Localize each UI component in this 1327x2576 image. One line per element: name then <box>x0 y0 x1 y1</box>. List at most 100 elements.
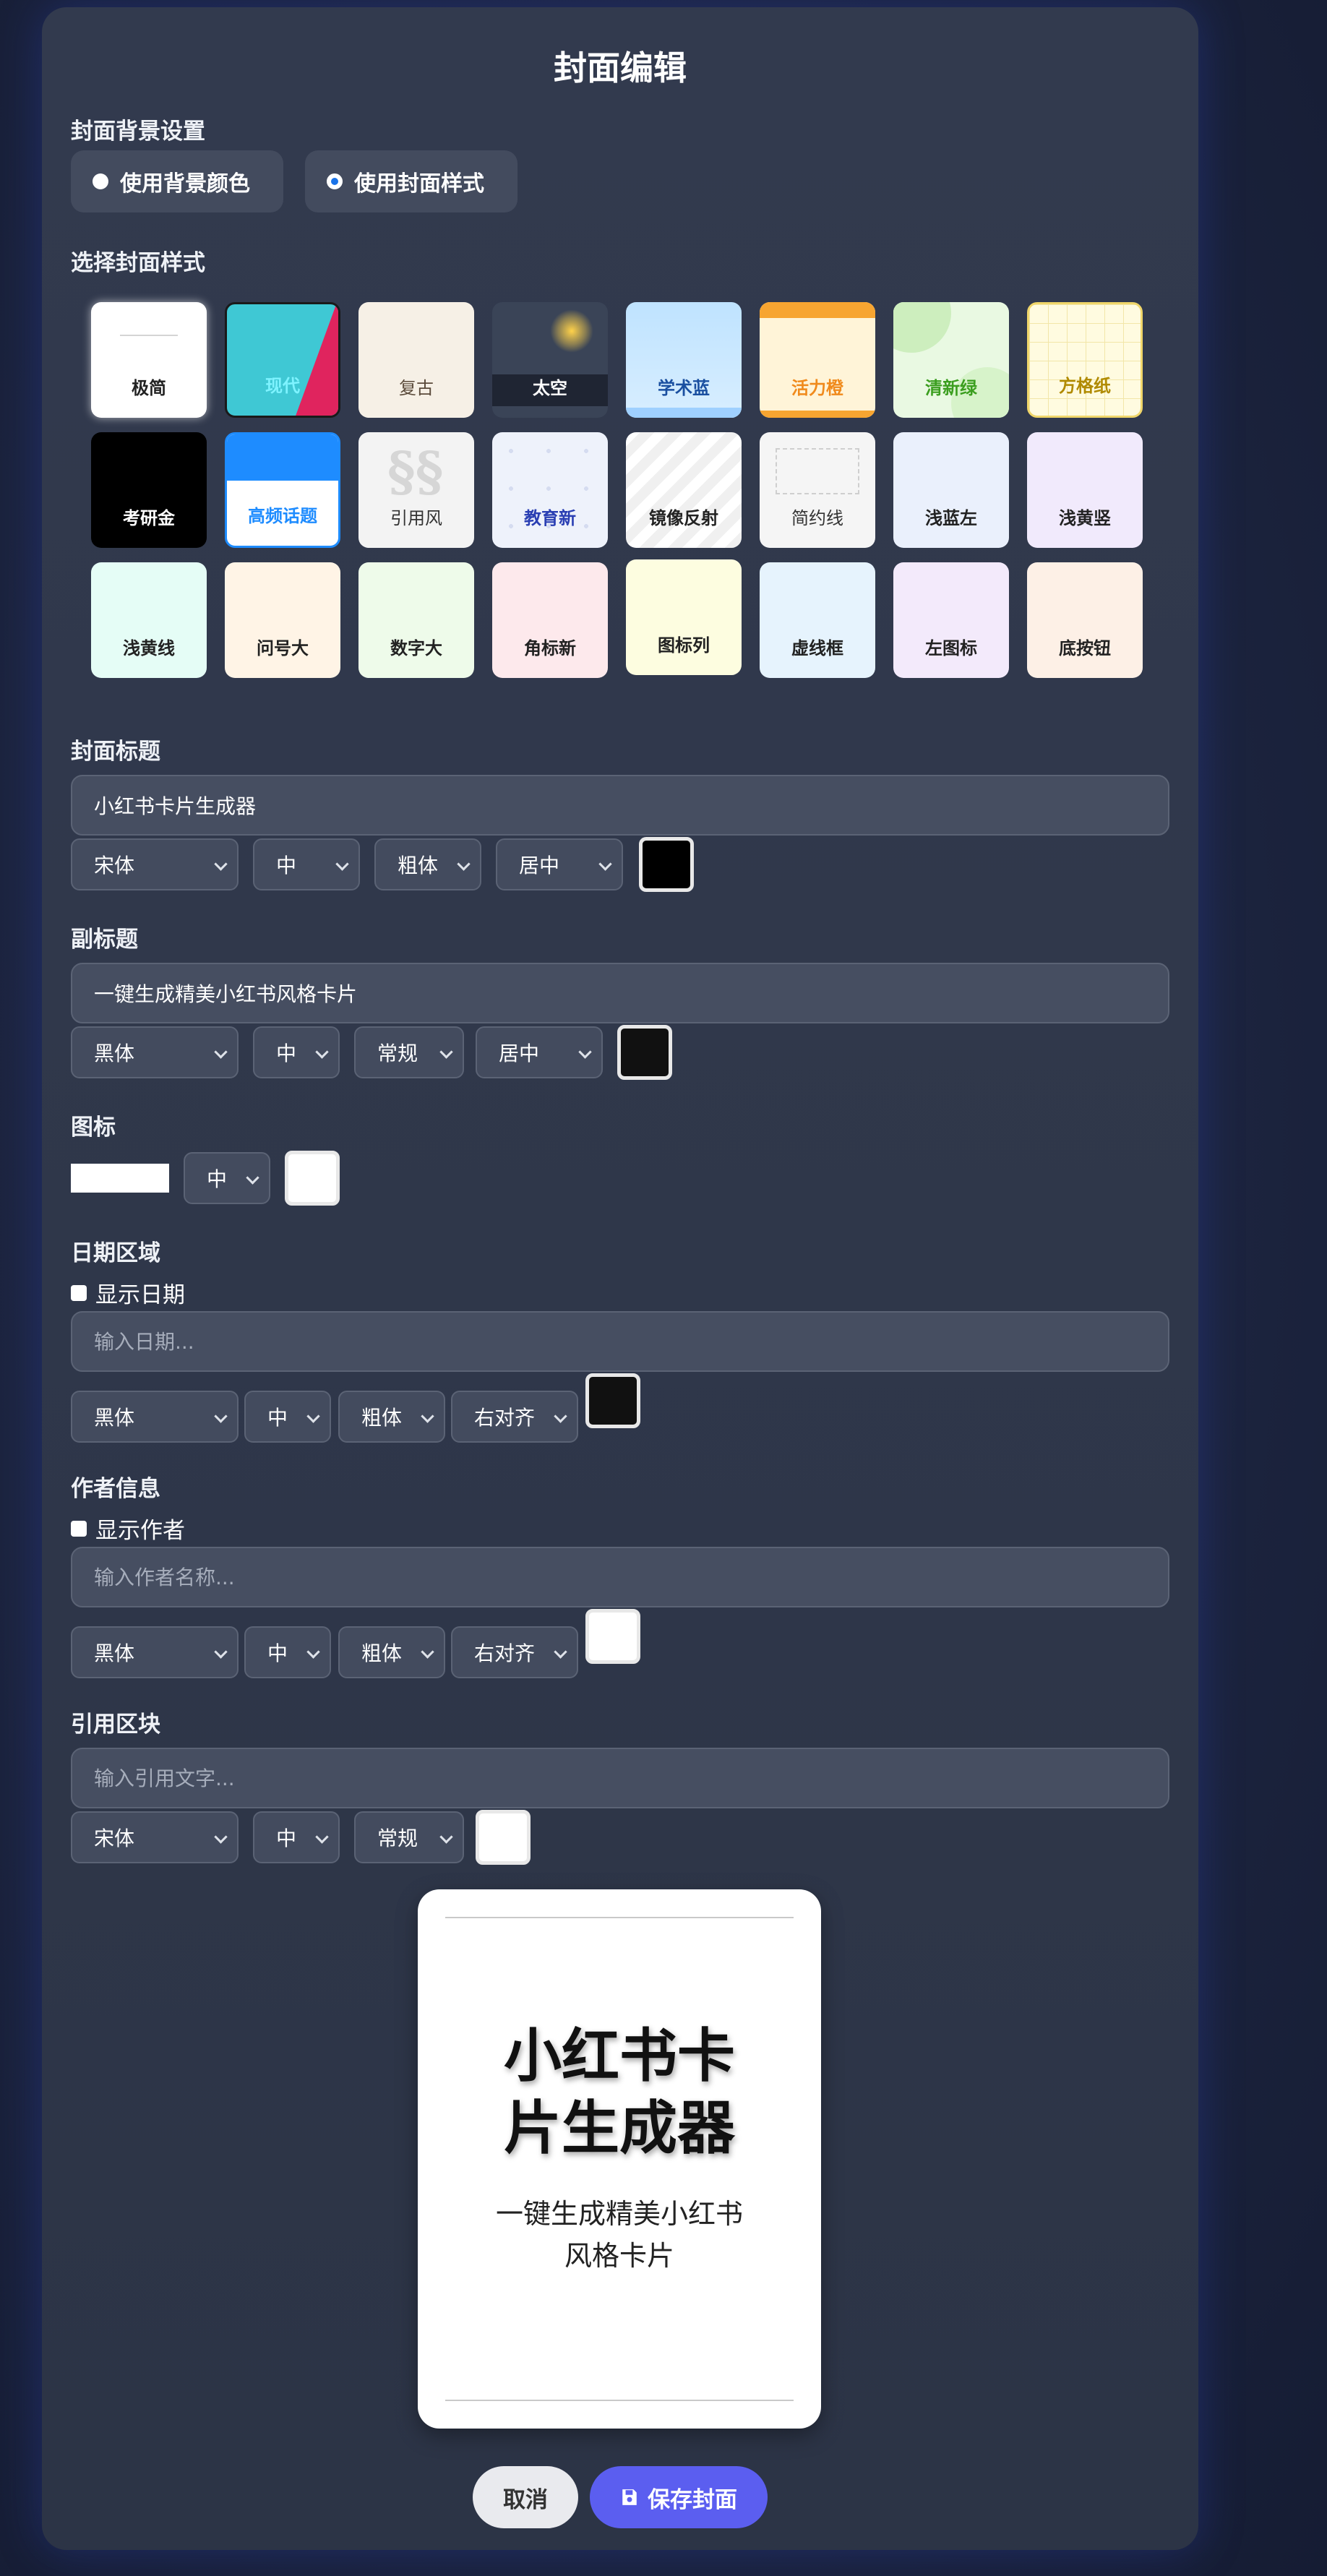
floppy-disk-icon <box>622 2489 637 2505</box>
chevron-down-icon <box>306 1645 320 1659</box>
author-align-select[interactable]: 右对齐 <box>451 1626 578 1678</box>
icon-preview-field[interactable] <box>71 1164 169 1193</box>
chevron-down-icon <box>214 1830 228 1844</box>
author-size-select[interactable]: 中 <box>244 1626 331 1678</box>
cover-title-label: 封面标题 <box>71 739 160 765</box>
chevron-down-icon <box>439 1045 453 1059</box>
cover-preview-card: 小红书卡 片生成器 一键生成精美小红书 风格卡片 <box>418 1889 821 2429</box>
date-color-picker[interactable] <box>585 1373 640 1428</box>
style-tile-light-blue-left[interactable]: 浅蓝左 <box>893 432 1009 548</box>
style-tile-big-number[interactable]: 数字大 <box>358 562 474 678</box>
subtitle-weight-select[interactable]: 常规 <box>354 1026 464 1078</box>
date-input[interactable] <box>71 1311 1169 1372</box>
style-tile-education[interactable]: 教育新 <box>492 432 608 548</box>
chevron-down-icon <box>246 1171 259 1185</box>
style-tile-vivid-orange[interactable]: 活力橙 <box>760 302 875 418</box>
chevron-down-icon <box>335 857 349 871</box>
subtitle-align-select[interactable]: 居中 <box>476 1026 603 1078</box>
cover-title-input[interactable] <box>71 775 1169 836</box>
style-tile-grid-paper[interactable]: 方格纸 <box>1027 302 1143 418</box>
style-tile-big-question[interactable]: 问号大 <box>225 562 340 678</box>
icon-size-select[interactable]: 中 <box>184 1152 270 1204</box>
chevron-down-icon <box>315 1830 329 1844</box>
cover-title-size-select[interactable]: 中 <box>253 838 360 890</box>
style-tile-corner-badge[interactable]: 角标新 <box>492 562 608 678</box>
quote-weight-select[interactable]: 常规 <box>354 1811 464 1863</box>
style-select-label: 选择封面样式 <box>71 250 205 276</box>
style-tile-mirror[interactable]: 镜像反射 <box>626 432 742 548</box>
radio-use-background-color[interactable]: 使用背景颜色 <box>71 150 283 212</box>
quote-color-picker[interactable] <box>476 1810 531 1865</box>
icon-color-picker[interactable] <box>285 1151 340 1206</box>
cover-title-align-select[interactable]: 居中 <box>496 838 623 890</box>
cancel-button[interactable]: 取消 <box>473 2466 578 2528</box>
chevron-down-icon <box>554 1409 567 1423</box>
chevron-down-icon <box>578 1045 592 1059</box>
chevron-down-icon <box>421 1409 434 1423</box>
cover-editor-panel: 封面编辑 封面背景设置 使用背景颜色 使用封面样式 选择封面样式 极简 现代 复… <box>42 7 1198 2550</box>
chevron-down-icon <box>598 857 612 871</box>
radio-indicator <box>93 173 108 189</box>
date-size-select[interactable]: 中 <box>244 1391 331 1443</box>
style-tile-dashed-frame[interactable]: 虚线框 <box>760 562 875 678</box>
cover-title-color-picker[interactable] <box>639 837 694 892</box>
style-tile-left-icon[interactable]: 左图标 <box>893 562 1009 678</box>
style-tile-space[interactable]: 太空 <box>492 302 608 418</box>
chevron-down-icon <box>214 1045 228 1059</box>
subtitle-font-select[interactable]: 黑体 <box>71 1026 239 1078</box>
subtitle-input[interactable] <box>71 963 1169 1023</box>
author-color-picker[interactable] <box>585 1609 640 1664</box>
chevron-down-icon <box>214 857 228 871</box>
date-section-label: 日期区域 <box>71 1240 160 1266</box>
style-tile-fresh-green[interactable]: 清新绿 <box>893 302 1009 418</box>
chevron-down-icon <box>554 1645 567 1659</box>
radio-label: 使用背景颜色 <box>120 171 250 197</box>
cover-title-font-select[interactable]: 宋体 <box>71 838 239 890</box>
style-tile-exam-gold[interactable]: 考研金 <box>91 432 207 548</box>
style-tile-simple-line[interactable]: 简约线 <box>760 432 875 548</box>
checkbox-box <box>71 1520 87 1537</box>
style-tile-minimal[interactable]: 极简 <box>91 302 207 418</box>
chevron-down-icon <box>214 1645 228 1659</box>
chevron-down-icon <box>421 1645 434 1659</box>
quote-size-select[interactable]: 中 <box>253 1811 340 1863</box>
date-weight-select[interactable]: 粗体 <box>338 1391 445 1443</box>
chevron-down-icon <box>457 857 471 871</box>
style-tile-light-yellow-line[interactable]: 浅黄线 <box>91 562 207 678</box>
date-align-select[interactable]: 右对齐 <box>451 1391 578 1443</box>
style-tile-light-yellow-vertical[interactable]: 浅黄竖 <box>1027 432 1143 548</box>
radio-indicator-selected <box>327 173 343 189</box>
preview-bottom-rule <box>445 2400 794 2401</box>
show-date-checkbox[interactable]: 显示日期 <box>71 1276 185 1309</box>
quote-font-select[interactable]: 宋体 <box>71 1811 239 1863</box>
style-tile-quote[interactable]: §§ 引用风 <box>358 432 474 548</box>
chevron-down-icon <box>315 1045 329 1059</box>
author-section-label: 作者信息 <box>71 1476 160 1502</box>
show-author-checkbox[interactable]: 显示作者 <box>71 1512 185 1545</box>
style-tile-hot-topic[interactable]: 高频话题 <box>225 432 340 548</box>
preview-title: 小红书卡 片生成器 <box>504 2022 735 2162</box>
style-tile-icon-column[interactable]: 图标列 <box>626 559 742 675</box>
page-title: 封面编辑 <box>554 48 687 87</box>
style-tile-academic-blue[interactable]: 学术蓝 <box>626 302 742 418</box>
chevron-down-icon <box>214 1409 228 1423</box>
cover-title-weight-select[interactable]: 粗体 <box>374 838 481 890</box>
subtitle-color-picker[interactable] <box>617 1025 672 1080</box>
style-tile-modern[interactable]: 现代 <box>225 302 340 418</box>
quote-input[interactable] <box>71 1748 1169 1808</box>
date-font-select[interactable]: 黑体 <box>71 1391 239 1443</box>
save-cover-button[interactable]: 保存封面 <box>590 2466 768 2528</box>
preview-top-rule <box>445 1917 794 1918</box>
author-input[interactable] <box>71 1547 1169 1607</box>
icon-label: 图标 <box>71 1115 116 1141</box>
author-weight-select[interactable]: 粗体 <box>338 1626 445 1678</box>
style-tile-bottom-button[interactable]: 底按钮 <box>1027 562 1143 678</box>
style-tile-retro[interactable]: 复古 <box>358 302 474 418</box>
chevron-down-icon <box>306 1409 320 1423</box>
checkbox-box <box>71 1284 87 1301</box>
author-font-select[interactable]: 黑体 <box>71 1626 239 1678</box>
subtitle-size-select[interactable]: 中 <box>253 1026 340 1078</box>
radio-use-cover-style[interactable]: 使用封面样式 <box>305 150 518 212</box>
quote-section-label: 引用区块 <box>71 1712 160 1738</box>
radio-label: 使用封面样式 <box>354 171 484 197</box>
